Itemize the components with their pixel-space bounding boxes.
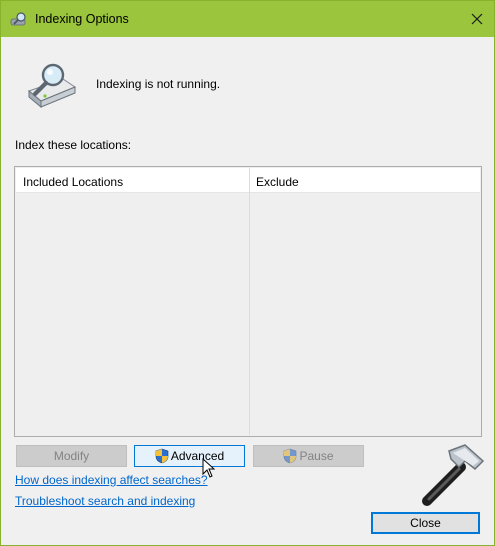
pause-button[interactable]: Pause — [253, 445, 364, 467]
column-divider — [249, 168, 250, 435]
column-header-exclude[interactable]: Exclude — [256, 175, 299, 189]
uac-shield-icon — [284, 448, 297, 464]
close-button-label: Close — [410, 516, 441, 530]
uac-shield-icon — [155, 448, 169, 464]
mouse-pointer-icon — [202, 458, 215, 478]
column-header-included[interactable]: Included Locations — [23, 175, 123, 189]
title-bar[interactable]: Indexing Options — [1, 1, 494, 37]
how-indexing-affects-link[interactable]: How does indexing affect searches? — [15, 473, 208, 487]
close-icon[interactable] — [466, 7, 488, 31]
locations-list[interactable]: Included Locations Exclude — [14, 166, 482, 437]
window-title: Indexing Options — [35, 12, 129, 26]
modify-button[interactable]: Modify — [16, 445, 127, 467]
indexing-status-text: Indexing is not running. — [96, 77, 221, 91]
locations-label: Index these locations: — [15, 138, 132, 152]
indexing-options-icon — [10, 12, 26, 26]
indexing-options-window: Indexing Options Indexing is not running… — [0, 0, 495, 546]
modify-button-label: Modify — [53, 449, 90, 463]
list-header: Included Locations Exclude — [16, 168, 480, 193]
indexing-drive-magnifier-icon — [28, 63, 77, 109]
close-button[interactable]: Close — [371, 512, 480, 534]
advanced-button-label: Advanced — [170, 449, 225, 463]
advanced-button[interactable]: Advanced — [134, 445, 245, 467]
pause-button-label: Pause — [299, 449, 334, 463]
hammer-icon — [422, 444, 485, 506]
troubleshoot-link[interactable]: Troubleshoot search and indexing — [15, 494, 195, 508]
